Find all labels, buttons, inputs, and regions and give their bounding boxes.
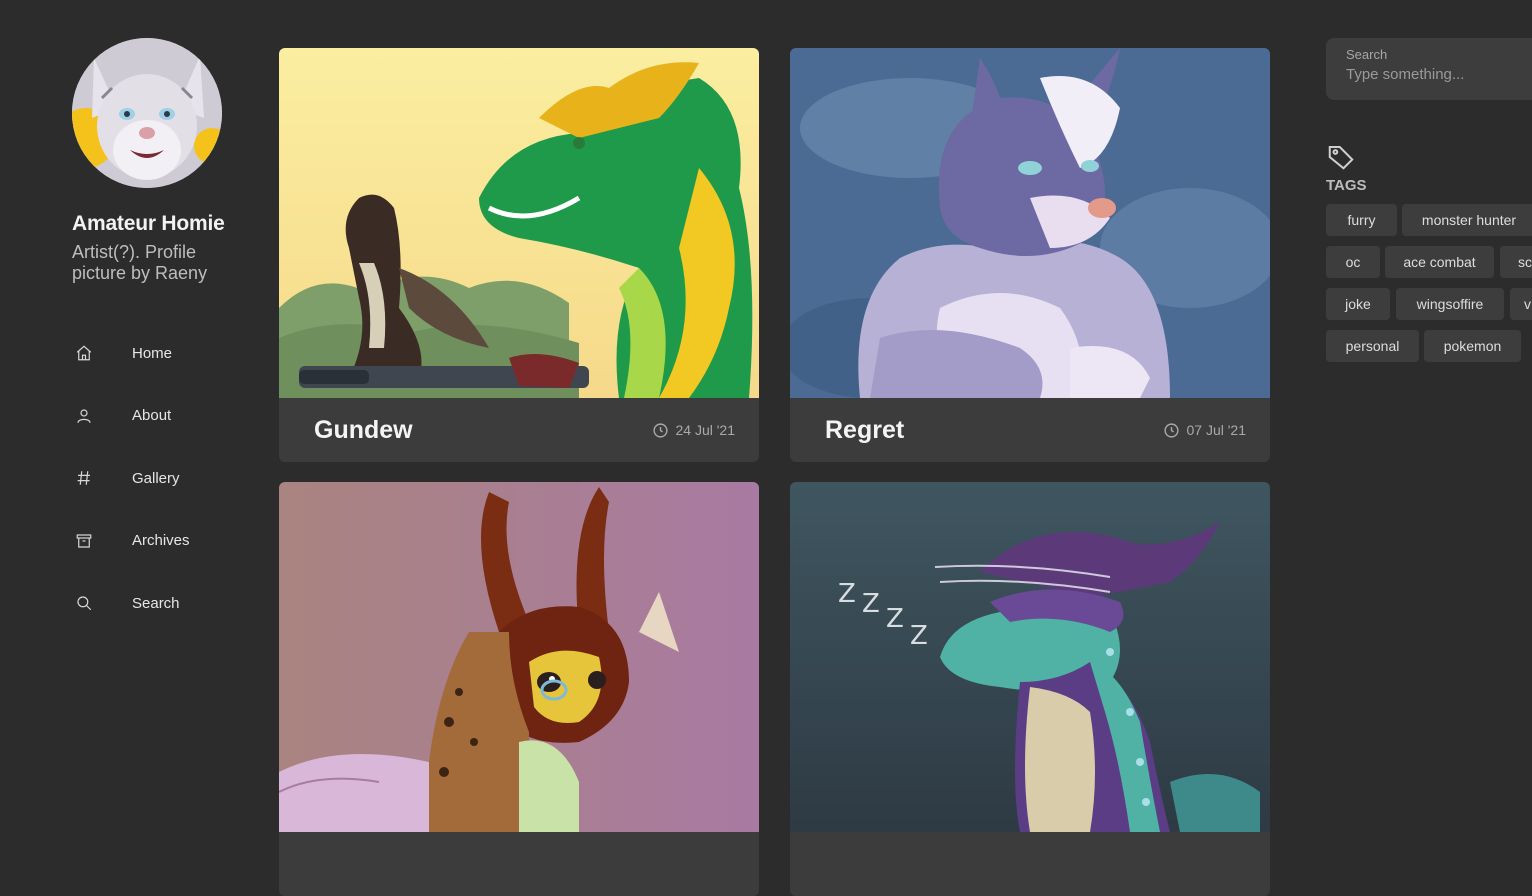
search-input[interactable]: [1346, 66, 1532, 83]
profile-name: Amateur Homie: [72, 212, 225, 235]
nav-label: Home: [132, 344, 173, 362]
profile-bio: Artist(?). Profile picture by Raeny: [72, 242, 208, 283]
post-card[interactable]: Gundew 24 Jul '21: [279, 48, 759, 462]
post-title[interactable]: Gundew: [314, 416, 413, 445]
tag[interactable]: ace combat: [1385, 246, 1494, 278]
tag[interactable]: sc: [1500, 246, 1532, 278]
tag-icon: [1326, 142, 1356, 177]
post-date: 07 Jul '21: [1163, 422, 1247, 439]
svg-text:Z: Z: [862, 589, 880, 619]
tag[interactable]: oc: [1326, 246, 1380, 278]
hash-icon: [74, 468, 94, 488]
post-date-text: 07 Jul '21: [1186, 422, 1247, 438]
avatar[interactable]: [72, 38, 222, 188]
search-icon: [74, 593, 94, 613]
nav-item-gallery[interactable]: Gallery: [72, 447, 252, 510]
post-title[interactable]: Regret: [825, 416, 904, 445]
post-meta: [279, 832, 759, 896]
nav-label: Search: [132, 594, 180, 612]
tag[interactable]: personal: [1326, 330, 1419, 362]
tag[interactable]: monster hunter: [1402, 204, 1532, 236]
nav-label: Archives: [132, 532, 190, 550]
post-date: 24 Jul '21: [652, 422, 736, 439]
post-card[interactable]: [279, 482, 759, 896]
post-meta: Gundew 24 Jul '21: [279, 398, 759, 462]
tag[interactable]: joke: [1326, 288, 1390, 320]
post-date-text: 24 Jul '21: [675, 422, 736, 438]
nav-label: Gallery: [132, 469, 180, 487]
archive-icon: [74, 531, 94, 551]
nav-item-about[interactable]: About: [72, 385, 252, 448]
post-card[interactable]: Z Z Z Z: [790, 482, 1270, 896]
sidebar-nav: Home About Gallery Archives Search: [72, 322, 252, 635]
search-label: Search: [1346, 47, 1388, 62]
post-meta: [790, 832, 1270, 896]
clock-icon: [652, 422, 668, 438]
sidebar: Amateur Homie Artist(?). Profile picture…: [72, 38, 252, 635]
nav-item-home[interactable]: Home: [72, 322, 252, 385]
post-thumbnail[interactable]: [279, 48, 759, 398]
tag[interactable]: pokemon: [1424, 330, 1521, 362]
post-thumbnail[interactable]: [790, 48, 1270, 398]
search-box: Search: [1326, 38, 1532, 100]
tag[interactable]: furry: [1326, 204, 1397, 236]
post-meta: Regret 07 Jul '21: [790, 398, 1270, 462]
svg-text:Z: Z: [910, 621, 928, 651]
nav-label: About: [132, 407, 172, 425]
svg-text:Z: Z: [886, 604, 904, 634]
tags-heading: TAGS: [1326, 177, 1367, 194]
nav-item-search[interactable]: Search: [72, 572, 252, 635]
svg-text:Z: Z: [838, 579, 856, 609]
user-icon: [74, 406, 94, 426]
post-thumbnail[interactable]: Z Z Z Z: [790, 482, 1270, 832]
tag[interactable]: wingsoffire: [1396, 288, 1504, 320]
nav-item-archives[interactable]: Archives: [72, 510, 252, 573]
post-thumbnail[interactable]: [279, 482, 759, 832]
home-icon: [74, 343, 94, 363]
clock-icon: [1163, 422, 1179, 438]
post-card[interactable]: Regret 07 Jul '21: [790, 48, 1270, 462]
tag[interactable]: v: [1510, 288, 1532, 320]
